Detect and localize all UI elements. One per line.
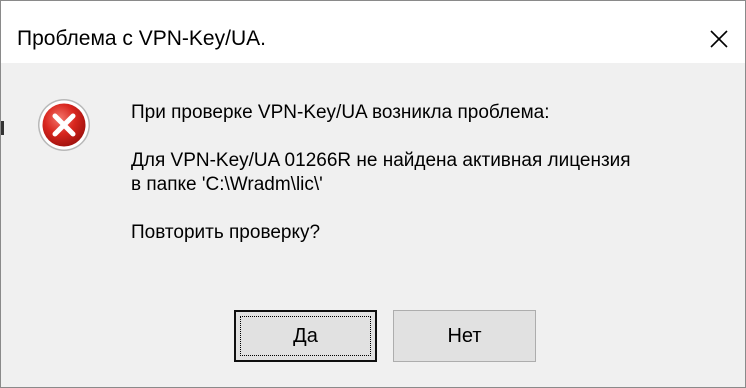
window-edge-mark — [1, 121, 4, 135]
window-title: Проблема с VPN-Key/UA. — [17, 27, 266, 50]
close-icon — [710, 30, 728, 48]
yes-button-label: Да — [293, 325, 318, 347]
message-question: Повторить проверку? — [131, 222, 321, 243]
no-button-label: Нет — [447, 325, 482, 347]
no-button[interactable]: Нет — [393, 310, 536, 362]
message-line-license: Для VPN-Key/UA 01266R не найдена активна… — [131, 150, 631, 171]
message-line-path: в папке 'C:\Wradm\lic\' — [131, 174, 323, 195]
title-bar[interactable]: Проблема с VPN-Key/UA. — [1, 1, 745, 63]
message-dialog: Проблема с VPN-Key/UA. При проверке VPN-… — [0, 0, 746, 388]
message-text: При проверке VPN-Key/UA возникла проблем… — [131, 101, 631, 245]
error-icon — [38, 99, 90, 151]
message-line-problem: При проверке VPN-Key/UA возникла проблем… — [131, 102, 550, 123]
close-button[interactable] — [697, 17, 741, 57]
yes-button[interactable]: Да — [234, 310, 377, 362]
